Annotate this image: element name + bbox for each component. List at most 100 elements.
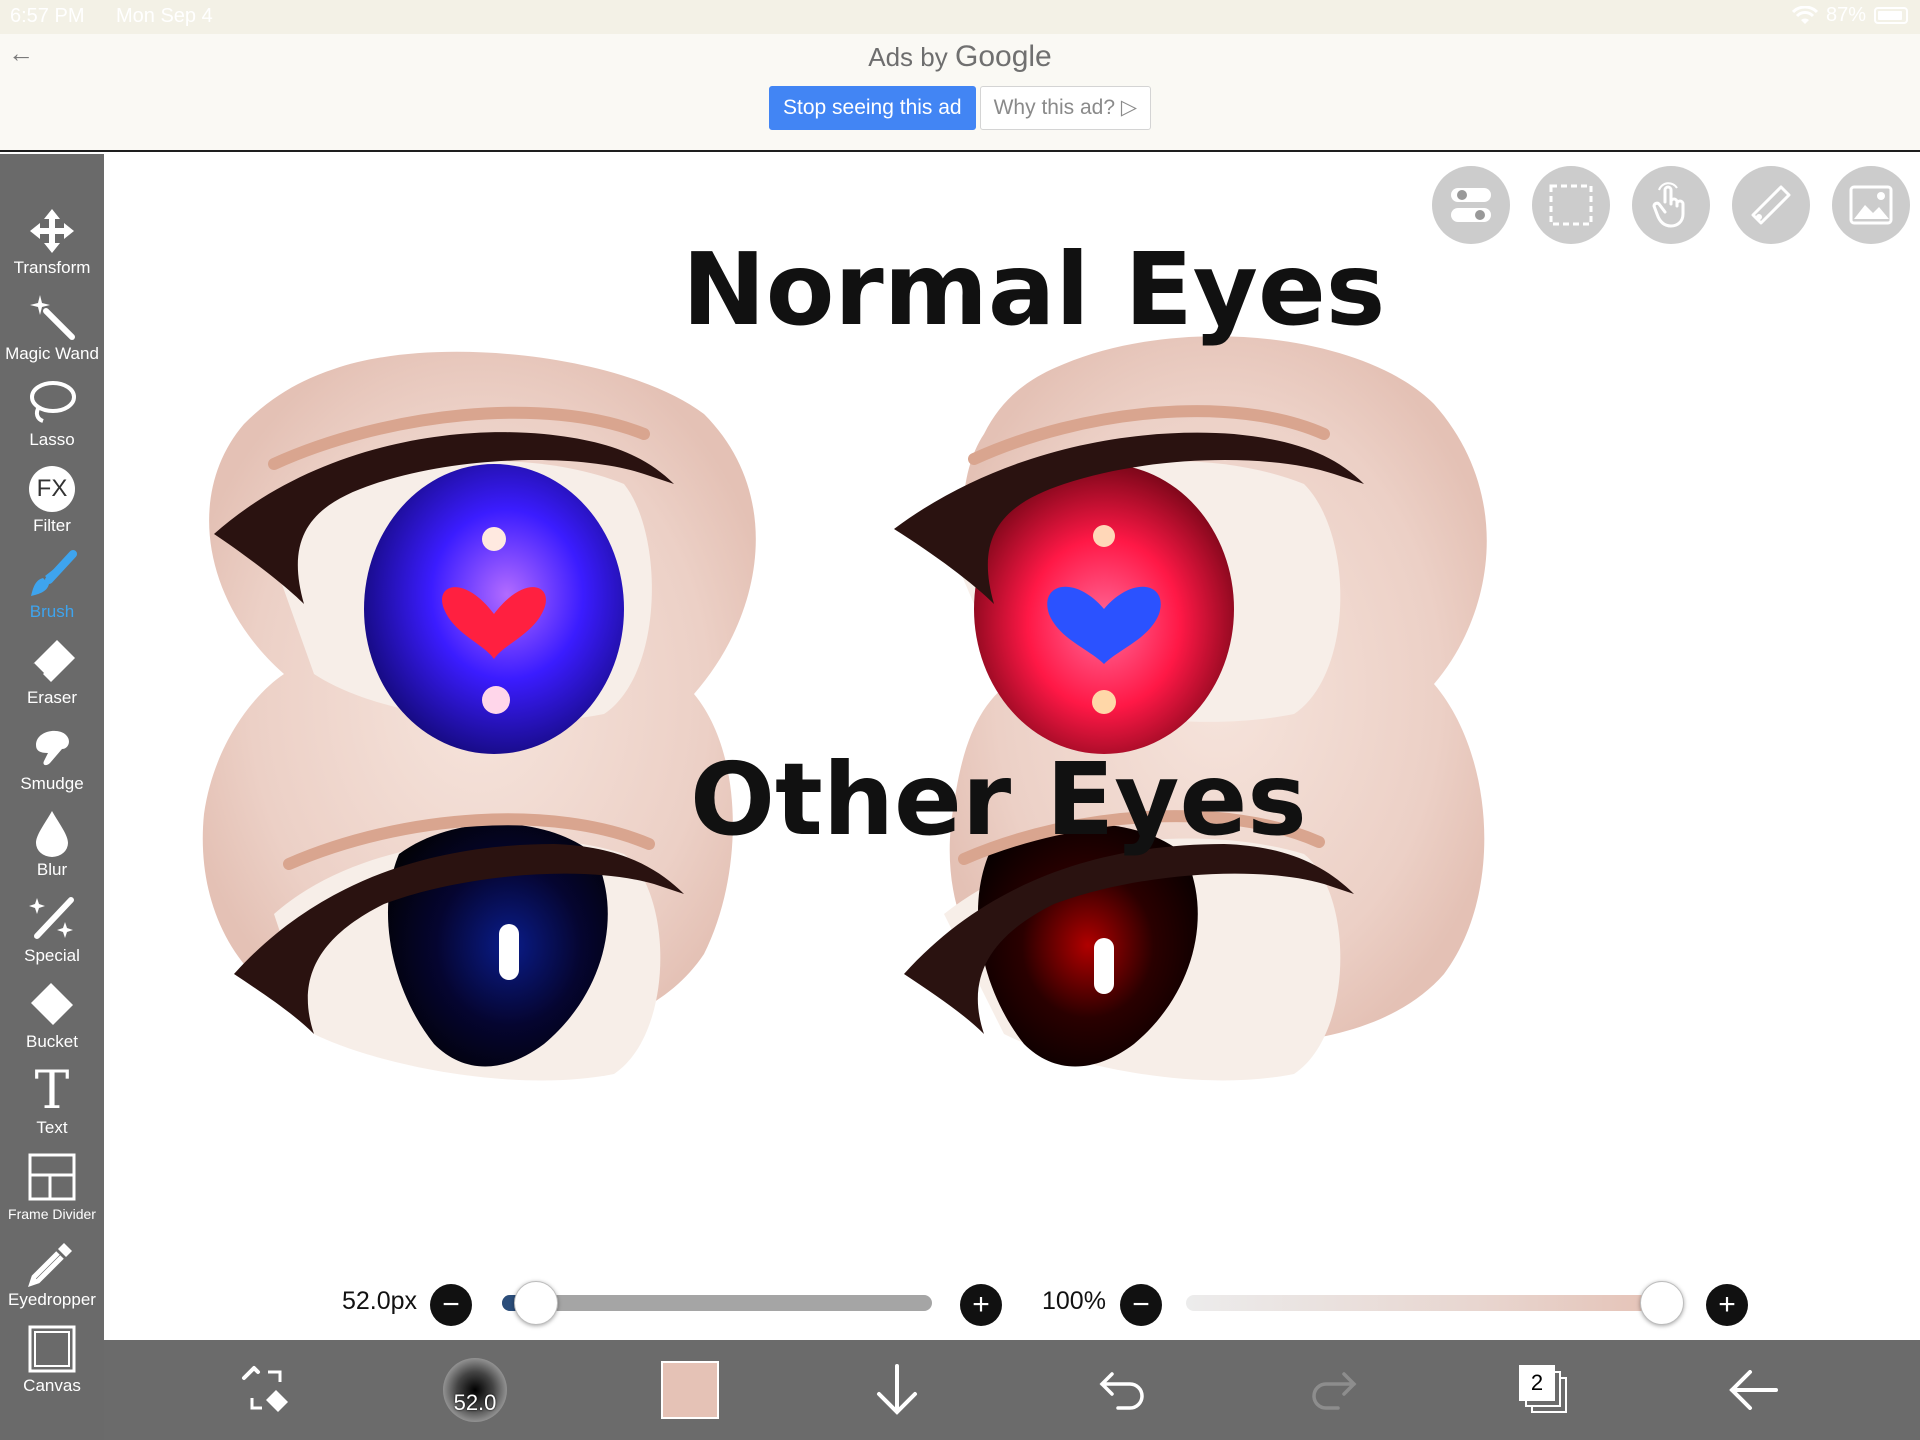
color-swatch-button[interactable] xyxy=(660,1358,720,1422)
tool-label: Eyedropper xyxy=(8,1290,96,1309)
ads-by-label: Ads by xyxy=(868,42,948,72)
touch-button[interactable] xyxy=(1632,166,1710,244)
brush-size-value: 52.0px xyxy=(342,1287,418,1315)
tool-transform[interactable]: Transform xyxy=(0,204,104,278)
canvas-icon xyxy=(28,1325,76,1373)
opacity-decrease-button[interactable]: − xyxy=(1120,1284,1162,1326)
status-right: 87% xyxy=(1791,4,1908,27)
status-date: Mon Sep 4 xyxy=(116,5,213,27)
move-arrows-icon xyxy=(30,209,74,253)
tool-sidebar: Transform Magic Wand Lasso FX Filter Bru… xyxy=(0,154,104,1440)
tool-filter[interactable]: FX Filter xyxy=(0,462,104,536)
ad-banner: ← Ads by Google Stop seeing this ad Why … xyxy=(0,34,1920,152)
tool-frame-divider[interactable]: Frame Divider xyxy=(0,1150,104,1224)
brush-eraser-swap-icon xyxy=(242,1366,288,1412)
why-this-ad-button[interactable]: Why this ad? ▷ xyxy=(979,86,1151,130)
tool-blur[interactable]: Blur xyxy=(0,806,104,880)
tool-label: Smudge xyxy=(20,774,84,793)
brush-icon xyxy=(31,550,77,596)
text-icon: T xyxy=(34,1061,70,1121)
tool-label: Canvas xyxy=(23,1376,81,1395)
arrow-down-icon xyxy=(877,1364,917,1415)
tool-bucket[interactable]: Bucket xyxy=(0,978,104,1052)
lasso-icon xyxy=(30,381,76,423)
tool-canvas[interactable]: Canvas xyxy=(0,1322,104,1396)
why-this-ad-label: Why this ad? xyxy=(993,96,1115,119)
ruler-icon xyxy=(1751,185,1791,225)
tool-magic-wand[interactable]: Magic Wand xyxy=(0,290,104,364)
canvas-artwork: Normal Eyes Other Eyes xyxy=(202,231,1487,1081)
opacity-slider-thumb[interactable] xyxy=(1640,1281,1684,1325)
tool-brush[interactable]: Brush xyxy=(0,548,104,622)
redo-icon xyxy=(1312,1372,1357,1410)
toggle-icon xyxy=(1451,188,1491,222)
tool-label: Lasso xyxy=(29,430,75,449)
bottom-toolbar: 52.0 2 xyxy=(104,1340,1920,1440)
app-root: 6:57 PM Mon Sep 4 87% ← Ads by Google St… xyxy=(0,0,1920,1440)
droplet-icon xyxy=(36,811,68,857)
brush-preview-button[interactable]: 52.0 xyxy=(442,1358,508,1422)
fx-icon: FX xyxy=(29,466,75,512)
status-bar: 6:57 PM Mon Sep 4 87% xyxy=(0,0,1920,34)
redo-button[interactable] xyxy=(1304,1358,1364,1422)
tool-eyedropper[interactable]: Eyedropper xyxy=(0,1236,104,1310)
brush-size-slider[interactable] xyxy=(502,1295,932,1311)
brush-size-increase-button[interactable]: + xyxy=(960,1284,1002,1326)
magic-wand-icon xyxy=(30,295,75,340)
brush-eraser-swap-button[interactable] xyxy=(234,1358,298,1422)
brush-size-decrease-button[interactable]: − xyxy=(430,1284,472,1326)
smudge-icon xyxy=(36,730,69,766)
tool-label: Bucket xyxy=(26,1032,78,1051)
tool-special[interactable]: Special xyxy=(0,892,104,966)
tool-label: Eraser xyxy=(26,688,78,707)
hand-touch-icon xyxy=(1652,182,1685,228)
tool-label: Text xyxy=(36,1118,68,1137)
tool-lasso[interactable]: Lasso xyxy=(0,376,104,450)
sparkle-wand-icon xyxy=(29,897,74,939)
frame-divider-icon xyxy=(28,1153,76,1201)
stop-seeing-ad-button[interactable]: Stop seeing this ad xyxy=(768,86,976,130)
reference-image-button[interactable] xyxy=(1832,166,1910,244)
heading-normal-eyes: Normal Eyes xyxy=(682,231,1385,348)
undo-button[interactable] xyxy=(1092,1358,1152,1422)
battery-icon xyxy=(1874,7,1908,24)
opacity-increase-button[interactable]: + xyxy=(1706,1284,1748,1326)
pupil-highlight-red xyxy=(1094,938,1114,994)
heading-other-eyes: Other Eyes xyxy=(690,741,1307,858)
layers-button[interactable]: 2 xyxy=(1514,1358,1574,1422)
layer-toggle-button[interactable] xyxy=(1432,166,1510,244)
image-icon xyxy=(1849,185,1893,225)
highlight-bottom-red xyxy=(1092,690,1116,714)
layer-count: 2 xyxy=(1519,1365,1555,1401)
back-button[interactable] xyxy=(1724,1358,1784,1422)
save-down-button[interactable] xyxy=(870,1358,924,1422)
selection-button[interactable] xyxy=(1532,166,1610,244)
bucket-icon xyxy=(31,983,73,1025)
tool-label: Filter xyxy=(33,516,71,535)
tool-label: Blur xyxy=(36,860,68,879)
eraser-icon xyxy=(31,640,75,682)
highlight-top xyxy=(482,527,506,551)
google-label: Google xyxy=(954,40,1052,73)
minus-icon: − xyxy=(442,1288,460,1321)
tool-label: Magic Wand xyxy=(5,344,99,363)
undo-icon xyxy=(1099,1372,1144,1410)
tool-text[interactable]: T Text xyxy=(0,1064,104,1138)
brush-preview-circle: 52.0 xyxy=(443,1358,507,1422)
opacity-slider[interactable] xyxy=(1186,1295,1666,1311)
highlight-top-red xyxy=(1093,525,1115,547)
drawing-canvas[interactable]: Normal Eyes Other Eyes xyxy=(104,154,1920,1340)
tool-eraser[interactable]: Eraser xyxy=(0,634,104,708)
dashed-selection-icon xyxy=(1549,184,1593,226)
arrow-left-icon xyxy=(1729,1370,1778,1410)
ruler-button[interactable] xyxy=(1732,166,1810,244)
minus-icon: − xyxy=(1132,1288,1150,1321)
tool-smudge[interactable]: Smudge xyxy=(0,720,104,794)
tool-label: Special xyxy=(24,946,80,965)
ad-buttons: Stop seeing this ad Why this ad? ▷ xyxy=(0,86,1920,130)
ads-by-google: Ads by Google xyxy=(0,40,1920,74)
plus-icon: + xyxy=(972,1288,990,1321)
wifi-icon xyxy=(1791,5,1818,24)
tool-label: Transform xyxy=(13,258,91,277)
highlight-bottom xyxy=(482,686,510,714)
